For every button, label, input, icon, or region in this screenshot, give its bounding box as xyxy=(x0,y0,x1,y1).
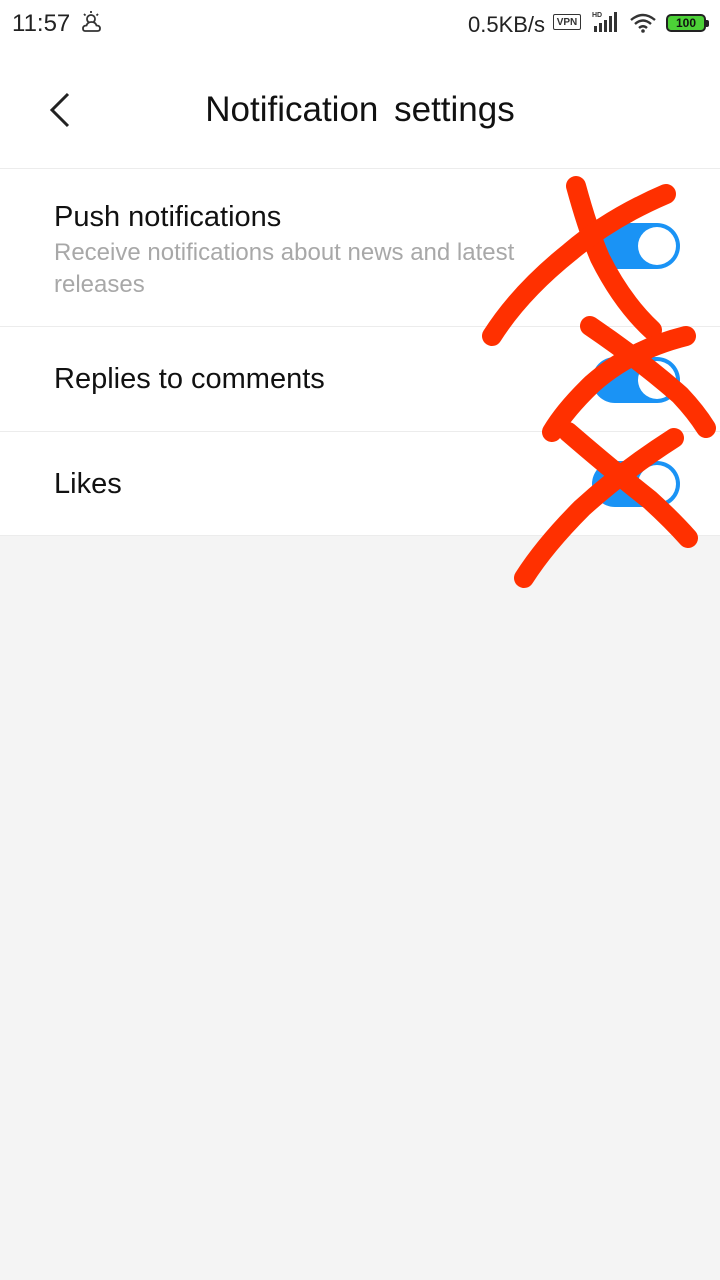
toggle-knob xyxy=(638,227,676,265)
settings-list: Push notifications Receive notifications… xyxy=(0,169,720,536)
setting-label: Likes xyxy=(54,468,122,500)
toggle-knob xyxy=(638,361,676,399)
replies-to-comments-toggle[interactable] xyxy=(592,357,680,403)
setting-push-notifications: Push notifications Receive notifications… xyxy=(0,169,720,327)
setting-replies-to-comments: Replies to comments xyxy=(0,327,720,432)
network-speed: 0.5KB/s xyxy=(468,12,546,37)
vpn-badge: VPN xyxy=(553,14,581,30)
setting-likes: Likes xyxy=(0,432,720,536)
toggle-knob xyxy=(638,465,676,503)
battery-icon: 100 xyxy=(666,14,709,32)
push-notifications-toggle[interactable] xyxy=(592,223,680,269)
setting-label: Replies to comments xyxy=(54,363,325,395)
svg-text:HD: HD xyxy=(592,12,602,19)
page-title: Notification settings xyxy=(205,90,515,129)
signal-icon: HD xyxy=(592,12,617,32)
app-header: Notification settings xyxy=(0,50,720,169)
partly-cloudy-icon xyxy=(82,11,101,32)
setting-description: Receive notifications about news and lat… xyxy=(54,239,515,298)
wifi-icon xyxy=(630,13,656,33)
status-time: 11:57 xyxy=(12,10,71,37)
setting-label: Push notifications xyxy=(54,201,282,233)
likes-toggle[interactable] xyxy=(592,461,680,507)
status-bar: 11:57 0.5KB/s VPN HD 100 xyxy=(0,0,720,50)
